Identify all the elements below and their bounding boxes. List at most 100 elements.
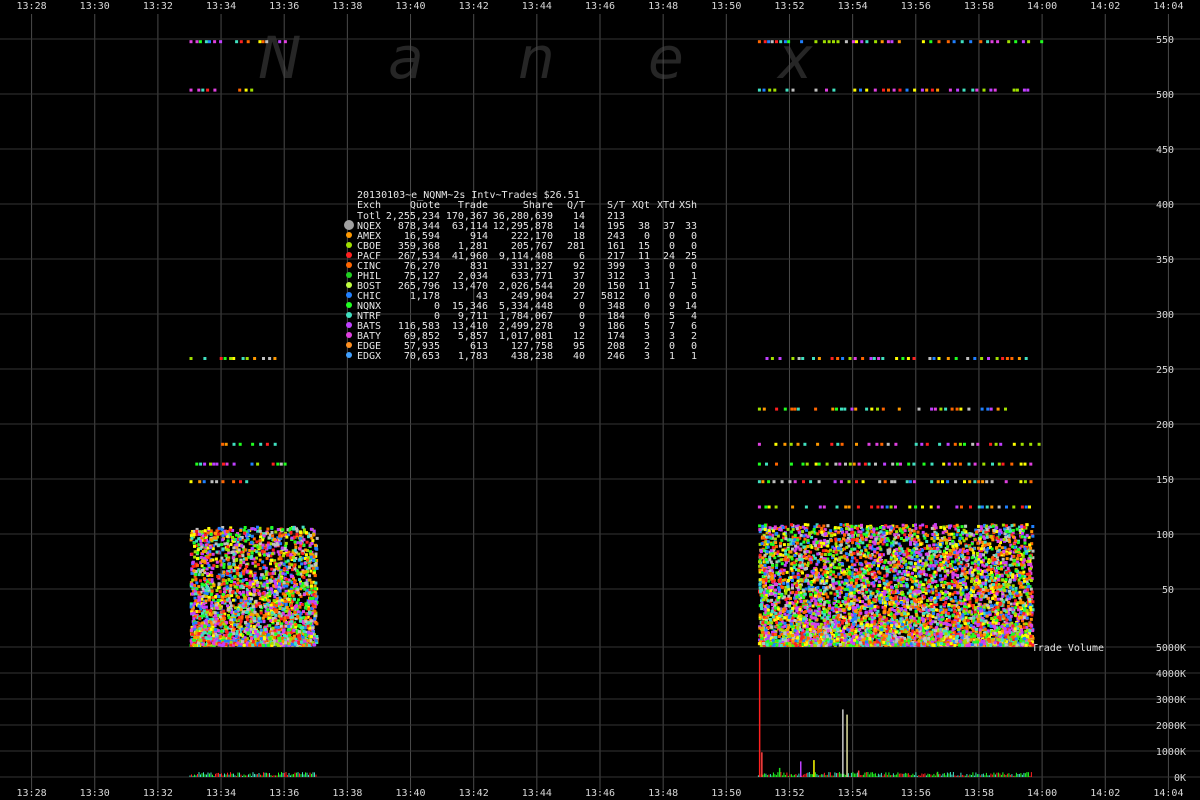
trade-point: [310, 635, 313, 639]
trade-point: [217, 582, 221, 586]
trade-point: [259, 535, 262, 539]
trade-point: [267, 554, 270, 558]
trade-point: [309, 534, 312, 537]
trade-point: [829, 548, 833, 552]
trade-point: [297, 552, 301, 556]
trade-point: [199, 639, 203, 643]
x-tick-label-top: 13:38: [332, 1, 362, 12]
trade-point: [295, 532, 299, 536]
trade-point: [913, 557, 917, 561]
trade-point: [247, 553, 251, 556]
trade-point: [284, 624, 288, 628]
trade-point: [297, 630, 301, 634]
trade-point: [201, 642, 205, 646]
trade-point: [221, 547, 225, 551]
trade-point: [268, 624, 272, 628]
trade-point: [257, 601, 261, 605]
trade-point: [269, 603, 273, 607]
trade-point: [293, 540, 297, 544]
trade-point: [786, 543, 790, 546]
trade-point: [296, 615, 300, 618]
trade-point: [191, 560, 195, 564]
trade-point: [218, 606, 222, 610]
trade-point: [198, 598, 202, 602]
trade-point: [228, 562, 232, 566]
trade-point: [258, 553, 262, 557]
x-tick-label-top: 13:36: [269, 1, 299, 12]
trade-point: [302, 575, 306, 579]
trade-point: [231, 556, 235, 560]
trade-point: [284, 603, 288, 606]
trade-point: [232, 632, 236, 636]
trade-point: [192, 617, 196, 621]
trade-point: [204, 543, 208, 547]
trade-point: [279, 577, 283, 581]
trade-point: [864, 603, 868, 607]
watermark-letter: x: [776, 24, 813, 92]
trade-point: [224, 532, 228, 536]
trade-point: [290, 536, 294, 540]
trade-point: [307, 643, 311, 647]
trade-point: [259, 576, 263, 580]
trade-point: [197, 610, 201, 613]
trade-point: [314, 614, 318, 618]
trade-point: [215, 550, 219, 554]
trade-point: [287, 625, 291, 628]
x-tick-label-bottom: 13:30: [80, 788, 110, 799]
trade-point: [204, 619, 208, 623]
trade-point: [288, 633, 292, 637]
trade-point: [826, 595, 830, 599]
trade-point: [234, 609, 238, 613]
trade-point: [294, 546, 298, 549]
trade-point: [248, 574, 252, 578]
trade-point: [222, 642, 226, 646]
trade-point: [225, 581, 229, 585]
trade-point: [1005, 557, 1009, 561]
trade-point: [291, 556, 295, 559]
trade-point: [197, 532, 201, 536]
trade-point: [236, 588, 239, 592]
trade-point: [288, 565, 291, 569]
trade-point: [263, 546, 267, 550]
trade-point: [246, 533, 250, 536]
trade-point: [295, 569, 299, 573]
trade-point: [274, 632, 278, 636]
trade-point: [829, 573, 833, 577]
trade-point: [258, 616, 262, 620]
trade-point: [228, 574, 232, 578]
trades-chart: Na n e x 13:28 13:28 13:30 13:30 13:32 13:32 13:34…: [0, 0, 1200, 800]
volume-tick-label: 0K: [1174, 773, 1186, 784]
trade-point: [905, 584, 909, 588]
trade-point: [296, 572, 300, 576]
trade-point: [271, 552, 275, 556]
trade-point: [209, 538, 213, 542]
trade-point: [226, 545, 230, 549]
trade-point: [819, 568, 823, 572]
trade-point: [785, 570, 789, 574]
trade-point: [1008, 589, 1011, 593]
trade-point: [240, 584, 244, 588]
trade-point: [298, 605, 302, 609]
trade-point: [917, 538, 921, 542]
x-tick-label-top: 13:34: [206, 1, 236, 12]
trade-point: [248, 643, 252, 647]
trade-point: [952, 606, 956, 610]
trade-point: [211, 552, 215, 556]
trade-point: [307, 607, 310, 611]
trade-point: [924, 591, 928, 595]
trade-point: [190, 552, 194, 556]
trade-point: [278, 607, 282, 610]
trade-point: [217, 532, 221, 536]
trade-point: [245, 569, 249, 573]
trade-point: [308, 578, 312, 582]
trade-point: [214, 617, 218, 621]
trade-point: [261, 543, 265, 547]
trade-point: [194, 573, 198, 576]
trade-point: [237, 595, 240, 599]
trade-point: [208, 598, 211, 602]
trade-point: [248, 599, 252, 603]
trade-point: [314, 546, 318, 550]
trade-point: [295, 601, 299, 605]
trade-point: [196, 548, 200, 552]
trade-point: [221, 578, 225, 582]
